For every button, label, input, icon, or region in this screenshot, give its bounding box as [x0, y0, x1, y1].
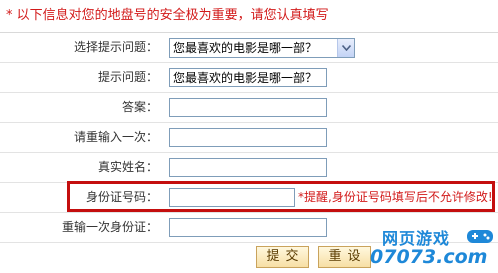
reset-button[interactable]: 重设	[318, 246, 371, 268]
chevron-down-icon[interactable]	[337, 39, 354, 57]
id-card-confirm-label: 重输一次身份证：	[61, 220, 158, 234]
id-card-highlight-box	[67, 181, 495, 212]
row-answer: 答案：	[0, 93, 498, 123]
submit-button[interactable]: 提交	[256, 246, 309, 268]
answer-confirm-label: 请重输入一次：	[73, 130, 158, 144]
real-name-input[interactable]	[169, 158, 327, 177]
real-name-label: 真实姓名：	[97, 160, 158, 174]
row-answer-confirm: 请重输入一次：	[0, 123, 498, 153]
id-card-confirm-input[interactable]	[169, 218, 327, 237]
watermark-bottom-text: 07073.com	[370, 246, 488, 268]
security-notice: * 以下信息对您的地盘号的安全极为重要，请您认真填写	[0, 0, 498, 33]
question-input[interactable]	[169, 68, 327, 87]
answer-confirm-input[interactable]	[169, 128, 327, 147]
site-watermark-logo: 网页游戏 07073.com	[370, 225, 496, 271]
question-label: 提示问题：	[97, 70, 158, 84]
question-select[interactable]: 您最喜欢的电影是哪一部？	[169, 38, 355, 58]
gamepad-icon	[467, 230, 493, 243]
row-select-question: 选择提示问题： 您最喜欢的电影是哪一部？	[0, 33, 498, 63]
select-question-label: 选择提示问题：	[73, 40, 158, 54]
row-real-name: 真实姓名：	[0, 153, 498, 183]
answer-input[interactable]	[169, 98, 327, 117]
question-select-value: 您最喜欢的电影是哪一部？	[173, 41, 318, 55]
row-question: 提示问题：	[0, 63, 498, 93]
answer-label: 答案：	[121, 100, 158, 114]
